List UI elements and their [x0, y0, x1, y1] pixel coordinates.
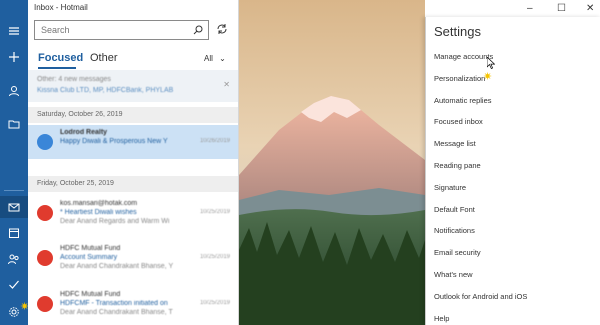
accounts-icon[interactable]	[0, 80, 28, 102]
search-icon[interactable]	[193, 25, 203, 35]
avatar	[37, 296, 53, 312]
mail-subject: * Heartiest Diwali wishes	[60, 209, 137, 216]
close-window-icon[interactable]: ✕	[586, 3, 594, 14]
tab-other[interactable]: Other	[90, 52, 118, 64]
mail-date: 10/25/2019	[199, 300, 230, 306]
settings-title: Settings	[434, 24, 481, 39]
mail-preview: Dear Anand Chandrakant Bhanse, Y	[60, 263, 174, 270]
settings-item-email-security[interactable]: Email security	[434, 248, 481, 257]
search-placeholder: Search	[41, 25, 70, 35]
list-item[interactable]: HDFC Mutual Fund Account Summary Dear An…	[28, 241, 238, 275]
close-icon[interactable]: ✕	[223, 80, 230, 89]
mail-sender: kos.mansari@hotak.com	[60, 200, 138, 207]
mail-date: 10/25/2019	[199, 254, 230, 260]
date-group-header: Friday, October 25, 2019	[28, 176, 238, 192]
people-icon[interactable]	[0, 248, 28, 270]
todo-icon[interactable]	[0, 274, 28, 296]
mail-preview: Dear Anand Regards and Warm Wi	[60, 218, 170, 225]
other-inbox-banner[interactable]: Other: 4 new messages Kissna Club LTD, M…	[28, 70, 238, 102]
mail-subject: HDFCMF - Transaction initiated on	[60, 300, 168, 307]
banner-line-2: Kissna Club LTD, MP, HDFCBank, PHYLAB	[37, 87, 174, 94]
mail-date: 10/26/2019	[199, 138, 230, 144]
message-list-pane: Inbox - Hotmail Search Focused Other All…	[28, 0, 265, 325]
mouse-cursor-icon	[487, 57, 495, 69]
list-item[interactable]: HDFC Mutual Fund HDFCMF - Transaction in…	[28, 287, 238, 321]
settings-item-personalization[interactable]: Personalization	[434, 74, 485, 83]
settings-item-focused-inbox[interactable]: Focused inbox	[434, 117, 483, 126]
mail-preview: Dear Anand Chandrakant Bhanse, T	[60, 309, 173, 316]
date-group-header: Saturday, October 26, 2019	[28, 107, 238, 123]
mail-icon[interactable]	[0, 196, 28, 218]
background-image	[239, 0, 425, 325]
new-mail-icon[interactable]	[0, 46, 28, 68]
settings-item-help[interactable]: Help	[434, 314, 449, 323]
chevron-down-icon: ⌄	[219, 54, 226, 63]
click-highlight-icon: ✷	[483, 71, 493, 83]
settings-item-message-list[interactable]: Message list	[434, 139, 476, 148]
settings-item-whats-new[interactable]: What's new	[434, 270, 473, 279]
calendar-icon[interactable]	[0, 222, 28, 244]
sync-icon[interactable]	[216, 23, 228, 35]
settings-item-manage-accounts[interactable]: Manage accounts	[434, 52, 493, 61]
rail-divider	[4, 190, 24, 191]
maximize-icon[interactable]: ☐	[557, 3, 566, 14]
settings-item-reading-pane[interactable]: Reading pane	[434, 161, 481, 170]
tab-focused[interactable]: Focused	[38, 52, 83, 69]
list-item[interactable]: Lodrod Realty Happy Diwali & Prosperous …	[28, 125, 238, 159]
banner-line-1: Other: 4 new messages	[37, 76, 111, 83]
mail-subject: Account Summary	[60, 254, 118, 261]
nav-rail	[0, 0, 28, 325]
avatar	[37, 205, 53, 221]
settings-item-automatic-replies[interactable]: Automatic replies	[434, 96, 492, 105]
settings-item-outlook-mobile[interactable]: Outlook for Android and iOS	[434, 292, 527, 301]
mail-subject: Happy Diwali & Prosperous New Y	[60, 138, 168, 145]
avatar	[37, 134, 53, 150]
filter-dropdown[interactable]: All ⌄	[204, 54, 226, 63]
mail-sender: HDFC Mutual Fund	[60, 245, 121, 252]
mail-sender: HDFC Mutual Fund	[60, 291, 121, 298]
settings-panel: Settings Manage accounts Personalization…	[425, 17, 600, 325]
window-title: Inbox - Hotmail	[34, 3, 88, 12]
settings-item-notifications[interactable]: Notifications	[434, 226, 475, 235]
folders-icon[interactable]	[0, 113, 28, 135]
settings-item-default-font[interactable]: Default Font	[434, 205, 475, 214]
minimize-icon[interactable]: –	[527, 3, 533, 14]
settings-item-signature[interactable]: Signature	[434, 183, 466, 192]
mail-sender: Lodrod Realty	[60, 129, 108, 136]
avatar	[37, 250, 53, 266]
mail-date: 10/25/2019	[199, 209, 230, 215]
hamburger-menu-icon[interactable]	[0, 20, 28, 42]
search-input[interactable]: Search	[34, 20, 209, 40]
list-item[interactable]: kos.mansari@hotak.com * Heartiest Diwali…	[28, 196, 238, 230]
filter-label: All	[204, 54, 213, 63]
